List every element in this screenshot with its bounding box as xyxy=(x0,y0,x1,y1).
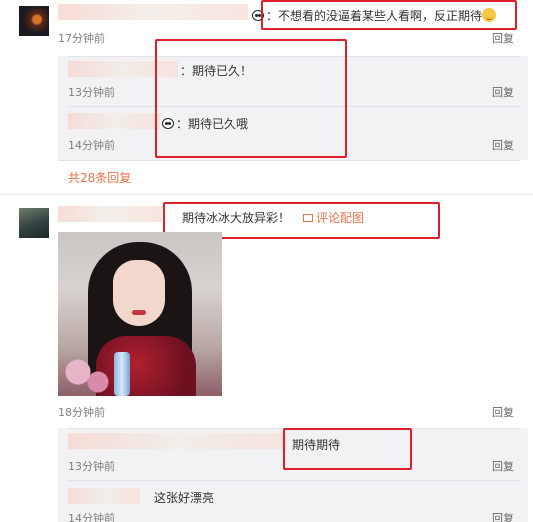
highlight-box xyxy=(155,39,347,158)
sub-reply-time: 13分钟前 xyxy=(68,460,115,473)
photo-detail xyxy=(113,260,165,326)
photo-detail xyxy=(114,352,130,396)
photo-detail xyxy=(58,352,118,396)
reply-button[interactable]: 回复 xyxy=(492,510,514,522)
username-blurred[interactable] xyxy=(68,113,160,129)
username-blurred[interactable] xyxy=(58,206,162,222)
sub-reply-time: 13分钟前 xyxy=(68,86,115,99)
avatar[interactable] xyxy=(19,6,49,36)
avatar[interactable] xyxy=(19,208,49,238)
highlight-box xyxy=(261,0,517,30)
reply-button[interactable]: 回复 xyxy=(492,404,514,420)
reply-button[interactable]: 回复 xyxy=(492,30,514,46)
photo-detail xyxy=(132,310,146,315)
reply-button[interactable]: 回复 xyxy=(492,458,514,474)
reply-button[interactable]: 回复 xyxy=(492,137,514,153)
username-blurred[interactable] xyxy=(68,488,140,504)
divider xyxy=(68,480,520,481)
sub-reply-time: 14分钟前 xyxy=(68,139,115,152)
sub-reply-text: 这张好漂亮 xyxy=(154,491,215,505)
highlight-box xyxy=(283,428,412,470)
reply-button[interactable]: 回复 xyxy=(492,84,514,100)
comment-time: 17分钟前 xyxy=(58,32,105,45)
more-replies-link[interactable]: 共28条回复 xyxy=(68,169,131,186)
sub-reply-time: 14分钟前 xyxy=(68,512,115,522)
username-blurred[interactable] xyxy=(68,433,286,449)
comment-divider xyxy=(0,194,533,195)
divider xyxy=(58,160,520,161)
comment-photo[interactable] xyxy=(58,232,222,396)
username-blurred[interactable] xyxy=(58,4,248,20)
comment-time: 18分钟前 xyxy=(58,406,105,419)
